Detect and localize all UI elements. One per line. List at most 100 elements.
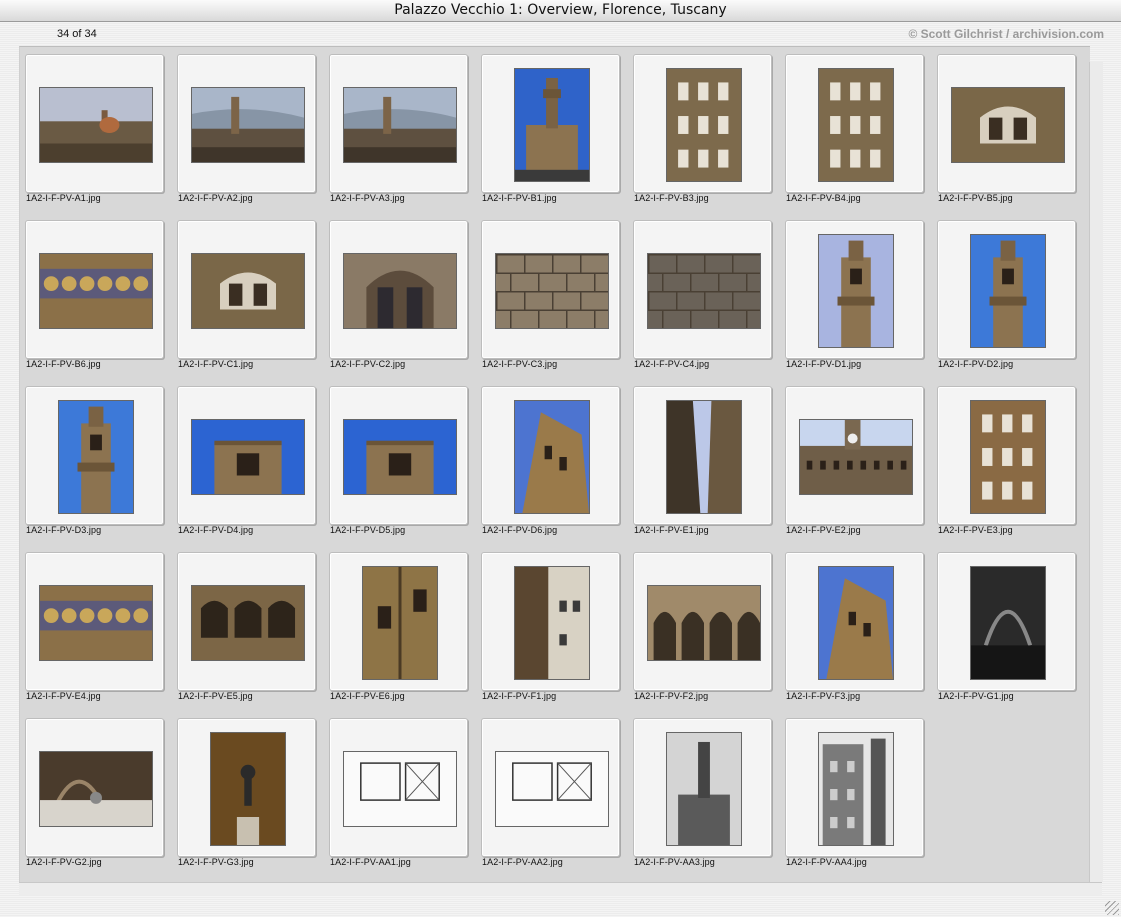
slide-thumbnail[interactable]: 1A2-I-F-PV-B6.jpg (20, 213, 164, 373)
slide-thumbnail[interactable]: 1A2-I-F-PV-C4.jpg (628, 213, 772, 373)
slide-thumbnail[interactable]: 1A2-I-F-PV-F3.jpg (780, 545, 924, 705)
slide-thumbnail[interactable]: 1A2-I-F-PV-E1.jpg (628, 379, 772, 539)
slide-mount[interactable] (329, 386, 468, 525)
slide-mount[interactable] (785, 386, 924, 525)
photo-image (57, 399, 134, 514)
slide-filename: 1A2-I-F-PV-C3.jpg (482, 359, 558, 369)
slide-thumbnail[interactable]: 1A2-I-F-PV-D6.jpg (476, 379, 620, 539)
slide-filename: 1A2-I-F-PV-B5.jpg (938, 193, 1013, 203)
slide-thumbnail[interactable]: 1A2-I-F-PV-F2.jpg (628, 545, 772, 705)
slide-thumbnail[interactable]: 1A2-I-F-PV-A2.jpg (172, 47, 316, 207)
slide-filename: 1A2-I-F-PV-F2.jpg (634, 691, 709, 701)
slide-thumbnail[interactable]: 1A2-I-F-PV-C1.jpg (172, 213, 316, 373)
copyright-credit: © Scott Gilchrist / archivision.com (908, 27, 1104, 41)
slide-thumbnail[interactable]: 1A2-I-F-PV-A3.jpg (324, 47, 468, 207)
slide-mount[interactable] (329, 220, 468, 359)
slide-thumbnail[interactable]: 1A2-I-F-PV-B3.jpg (628, 47, 772, 207)
photo-image (665, 399, 742, 514)
slide-thumbnail[interactable]: 1A2-I-F-PV-C3.jpg (476, 213, 620, 373)
slide-mount[interactable] (25, 386, 164, 525)
slide-mount[interactable] (25, 718, 164, 857)
slide-thumbnail[interactable]: 1A2-I-F-PV-AA2.jpg (476, 711, 620, 871)
slide-mount[interactable] (633, 54, 772, 193)
thumbnail-grid: 1A2-I-F-PV-A1.jpg 1A2-I-F-PV-A2.jpg 1A2-… (19, 46, 1090, 883)
resize-grip-icon[interactable] (1105, 901, 1119, 915)
slide-mount[interactable] (177, 718, 316, 857)
slide-mount[interactable] (329, 718, 468, 857)
slide-thumbnail[interactable]: 1A2-I-F-PV-B1.jpg (476, 47, 620, 207)
slide-thumbnail[interactable]: 1A2-I-F-PV-D1.jpg (780, 213, 924, 373)
photo-image (361, 565, 438, 680)
photo-image (209, 731, 286, 846)
slide-mount[interactable] (177, 54, 316, 193)
slide-mount[interactable] (937, 54, 1076, 193)
slide-filename: 1A2-I-F-PV-F1.jpg (482, 691, 557, 701)
slide-mount[interactable] (25, 54, 164, 193)
photo-image (342, 86, 457, 163)
slide-thumbnail[interactable]: 1A2-I-F-PV-A1.jpg (20, 47, 164, 207)
slide-thumbnail[interactable]: 1A2-I-F-PV-B4.jpg (780, 47, 924, 207)
horizontal-scrollbar[interactable] (19, 882, 1102, 895)
photo-image (817, 67, 894, 182)
slide-mount[interactable] (937, 220, 1076, 359)
slide-filename: 1A2-I-F-PV-D1.jpg (786, 359, 862, 369)
slide-mount[interactable] (633, 386, 772, 525)
slide-mount[interactable] (481, 386, 620, 525)
slide-mount[interactable] (177, 220, 316, 359)
photo-image (969, 233, 1046, 348)
photo-image (190, 86, 305, 163)
slide-thumbnail[interactable]: 1A2-I-F-PV-B5.jpg (932, 47, 1076, 207)
photo-image (494, 252, 609, 329)
slide-mount[interactable] (329, 552, 468, 691)
photo-image (646, 584, 761, 661)
photo-image (342, 252, 457, 329)
slide-thumbnail[interactable]: 1A2-I-F-PV-G3.jpg (172, 711, 316, 871)
photo-image (494, 750, 609, 827)
slide-thumbnail[interactable]: 1A2-I-F-PV-G1.jpg (932, 545, 1076, 705)
slide-mount[interactable] (785, 552, 924, 691)
slide-thumbnail[interactable]: 1A2-I-F-PV-G2.jpg (20, 711, 164, 871)
slide-thumbnail[interactable]: 1A2-I-F-PV-D4.jpg (172, 379, 316, 539)
slide-thumbnail[interactable]: 1A2-I-F-PV-AA4.jpg (780, 711, 924, 871)
slide-mount[interactable] (481, 220, 620, 359)
slide-mount[interactable] (633, 552, 772, 691)
slide-thumbnail[interactable]: 1A2-I-F-PV-C2.jpg (324, 213, 468, 373)
slide-mount[interactable] (177, 386, 316, 525)
photo-image (38, 750, 153, 827)
slide-mount[interactable] (177, 552, 316, 691)
photo-image (817, 565, 894, 680)
slide-thumbnail[interactable]: 1A2-I-F-PV-E2.jpg (780, 379, 924, 539)
slide-thumbnail[interactable]: 1A2-I-F-PV-AA1.jpg (324, 711, 468, 871)
slide-mount[interactable] (785, 220, 924, 359)
slide-mount[interactable] (785, 54, 924, 193)
slide-mount[interactable] (25, 552, 164, 691)
slide-thumbnail[interactable]: 1A2-I-F-PV-E3.jpg (932, 379, 1076, 539)
slide-filename: 1A2-I-F-PV-C4.jpg (634, 359, 710, 369)
slide-mount[interactable] (329, 54, 468, 193)
photo-image (513, 399, 590, 514)
slide-mount[interactable] (633, 718, 772, 857)
slide-thumbnail[interactable]: 1A2-I-F-PV-D3.jpg (20, 379, 164, 539)
slide-mount[interactable] (937, 552, 1076, 691)
slide-thumbnail[interactable]: 1A2-I-F-PV-AA3.jpg (628, 711, 772, 871)
slide-thumbnail[interactable]: 1A2-I-F-PV-E4.jpg (20, 545, 164, 705)
slide-mount[interactable] (481, 552, 620, 691)
slide-thumbnail[interactable]: 1A2-I-F-PV-D2.jpg (932, 213, 1076, 373)
slide-thumbnail[interactable]: 1A2-I-F-PV-D5.jpg (324, 379, 468, 539)
vertical-scrollbar[interactable] (1089, 62, 1103, 882)
slide-thumbnail[interactable]: 1A2-I-F-PV-F1.jpg (476, 545, 620, 705)
slide-filename: 1A2-I-F-PV-AA1.jpg (330, 857, 411, 867)
photo-image (38, 584, 153, 661)
slide-mount[interactable] (25, 220, 164, 359)
slide-mount[interactable] (785, 718, 924, 857)
slide-mount[interactable] (633, 220, 772, 359)
slide-mount[interactable] (937, 386, 1076, 525)
slide-filename: 1A2-I-F-PV-D3.jpg (26, 525, 102, 535)
slide-thumbnail[interactable]: 1A2-I-F-PV-E6.jpg (324, 545, 468, 705)
slide-thumbnail[interactable]: 1A2-I-F-PV-E5.jpg (172, 545, 316, 705)
slide-filename: 1A2-I-F-PV-E5.jpg (178, 691, 253, 701)
slide-filename: 1A2-I-F-PV-E1.jpg (634, 525, 709, 535)
photo-image (513, 565, 590, 680)
slide-mount[interactable] (481, 718, 620, 857)
slide-mount[interactable] (481, 54, 620, 193)
